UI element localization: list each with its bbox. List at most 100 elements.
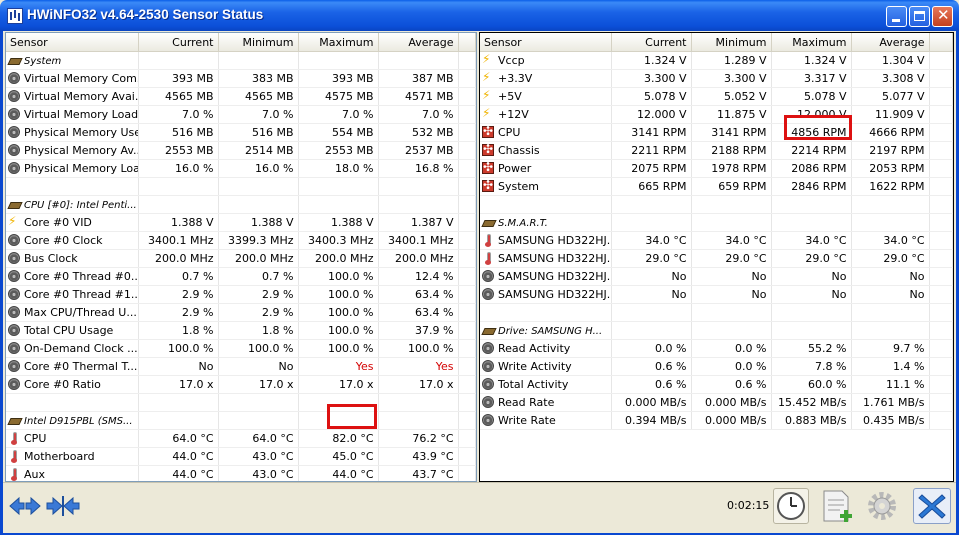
sensor-row[interactable]: Core #0 Ratio 17.0 x 17.0 x 17.0 x 17.0 x bbox=[6, 375, 476, 394]
sensor-row[interactable]: SAMSUNG HD322HJ... 34.0 °C 34.0 °C 34.0 °C 3… bbox=[480, 231, 953, 250]
value-average: 0.435 MB/s bbox=[851, 411, 930, 430]
title-bar[interactable]: HWiNFO32 v4.64-2530 Sensor Status ✕ bbox=[0, 0, 959, 31]
column-header-current[interactable]: Current bbox=[138, 33, 219, 52]
group-header-row[interactable]: S.M.A.R.T. bbox=[480, 213, 953, 232]
collapse-columns-button[interactable] bbox=[45, 488, 81, 524]
sensor-row[interactable]: +3.3V3.300 V3.300 V3.317 V3.308 V bbox=[480, 69, 953, 88]
app-icon[interactable] bbox=[7, 8, 23, 24]
report-button[interactable] bbox=[818, 488, 858, 524]
sensor-row[interactable]: Aux 44.0 °C 43.0 °C 44.0 °C 43.7 °C bbox=[6, 465, 476, 481]
spacer-cell bbox=[6, 177, 139, 196]
spacer-cell bbox=[218, 177, 299, 196]
column-header-average[interactable]: Average bbox=[851, 33, 930, 52]
clock-button[interactable] bbox=[773, 488, 809, 524]
sensor-row[interactable]: Physical Memory Av... 2553 MB 2514 MB 2553 … bbox=[6, 141, 476, 160]
sensor-row[interactable]: On-Demand Clock ... 100.0 % 100.0 % 100.0 %… bbox=[6, 339, 476, 358]
sensor-row[interactable]: Core #0 Thread #0... 0.7 % 0.7 % 100.0 % 12.… bbox=[6, 267, 476, 286]
sensor-row[interactable]: System 665 RPM659 RPM2846 RPM1622 RPM bbox=[480, 177, 953, 196]
spacer-cell bbox=[298, 177, 379, 196]
sensor-row[interactable]: Total CPU Usage 1.8 % 1.8 % 100.0 % 37.9 % bbox=[6, 321, 476, 340]
sensor-row[interactable]: Write Rate 0.394 MB/s 0.000 MB/s 0.883 MB/s… bbox=[480, 411, 953, 430]
sensor-label: System bbox=[498, 180, 540, 193]
value-average: 532 MB bbox=[378, 123, 459, 142]
sensor-row[interactable]: Physical Memory Used 516 MB 516 MB 554 MB 53… bbox=[6, 123, 476, 142]
value-maximum: 55.2 % bbox=[771, 339, 852, 358]
sensor-row[interactable]: Vccp1.324 V1.289 V1.324 V1.304 V bbox=[480, 51, 953, 70]
value-maximum: 3.317 V bbox=[771, 69, 852, 88]
column-header-maximum[interactable]: Maximum bbox=[771, 33, 852, 52]
sensor-row[interactable]: CPU3141 RPM3141 RPM4856 RPM4666 RPM bbox=[480, 123, 953, 142]
sensor-name-cell: Core #0 Clock bbox=[6, 231, 139, 250]
group-header-row[interactable]: System bbox=[6, 51, 476, 70]
sensor-row[interactable]: SAMSUNG HD322HJ... No No No No bbox=[480, 285, 953, 304]
value-average: 1.304 V bbox=[851, 51, 930, 70]
sensor-row[interactable]: Chassis 2211 RPM2188 RPM2214 RPM2197 RPM bbox=[480, 141, 953, 160]
value-average: 2197 RPM bbox=[851, 141, 930, 160]
sensor-row[interactable]: CPU 64.0 °C 64.0 °C 82.0 °C 76.2 °C bbox=[6, 429, 476, 448]
sensor-row[interactable]: Total Activity 0.6 % 0.6 % 60.0 % 11.1 % bbox=[480, 375, 953, 394]
sensor-row[interactable]: +12V12.000 V11.875 V12.000 V11.909 V bbox=[480, 105, 953, 124]
value-average: No bbox=[851, 285, 930, 304]
sensor-name-cell: SAMSUNG HD322HJ... bbox=[480, 231, 612, 250]
gauge-icon bbox=[482, 288, 494, 300]
value-current: 1.324 V bbox=[611, 51, 692, 70]
value-maximum: 7.0 % bbox=[298, 105, 379, 124]
right-sensor-panel[interactable]: SensorCurrentMinimumMaximumAverage Vccp 1… bbox=[479, 32, 954, 482]
value-maximum: 34.0 °C bbox=[771, 231, 852, 250]
sensor-row[interactable]: Motherboard 44.0 °C 43.0 °C 45.0 °C 43.9 °C bbox=[6, 447, 476, 466]
group-header-row[interactable]: Intel D915PBL (SMS... bbox=[6, 411, 476, 430]
column-header-current[interactable]: Current bbox=[611, 33, 692, 52]
filler-cell bbox=[458, 213, 476, 232]
filler-cell bbox=[458, 465, 476, 481]
close-window-button[interactable]: ✕ bbox=[932, 6, 953, 27]
sensor-row[interactable]: Core #0 Thread #1... 2.9 % 2.9 % 100.0 % 63.… bbox=[6, 285, 476, 304]
column-header-sensor[interactable]: Sensor bbox=[6, 33, 139, 52]
column-header-minimum[interactable]: Minimum bbox=[691, 33, 772, 52]
left-sensor-panel[interactable]: Sensor Current Minimum Maximum Average Syste… bbox=[5, 32, 477, 482]
sensor-label: SAMSUNG HD322HJ... bbox=[498, 270, 611, 283]
chip-icon bbox=[482, 324, 494, 336]
sensor-label: Write Activity bbox=[498, 360, 572, 373]
sensor-row[interactable]: Max CPU/Thread U... 2.9 % 2.9 % 100.0 % 63.4… bbox=[6, 303, 476, 322]
filler-cell bbox=[929, 177, 953, 196]
filler-cell bbox=[458, 249, 476, 268]
sensor-row[interactable]: Bus Clock 200.0 MHz 200.0 MHz 200.0 MHz 200.… bbox=[6, 249, 476, 268]
minimize-button[interactable] bbox=[886, 6, 907, 27]
column-header-average[interactable]: Average bbox=[378, 33, 459, 52]
column-header-sensor[interactable]: Sensor bbox=[480, 33, 612, 52]
value-average: 76.2 °C bbox=[378, 429, 459, 448]
group-header-row[interactable]: Drive: SAMSUNG H... bbox=[480, 321, 953, 340]
sensor-row[interactable]: Core #0 VID1.388 V1.388 V1.388 V1.387 V bbox=[6, 213, 476, 232]
column-header-maximum[interactable]: Maximum bbox=[298, 33, 379, 52]
sensor-row[interactable]: SAMSUNG HD322HJ... No No No No bbox=[480, 267, 953, 286]
spacer-cell bbox=[138, 177, 219, 196]
sensor-name-cell: Intel D915PBL (SMS... bbox=[6, 411, 139, 430]
sensor-row[interactable]: SAMSUNG HD322HJ... 29.0 °C 29.0 °C 29.0 °C 2… bbox=[480, 249, 953, 268]
value-minimum: 3141 RPM bbox=[691, 123, 772, 142]
expand-columns-button[interactable] bbox=[7, 488, 43, 524]
sensor-row[interactable]: Core #0 Thermal T... No No Yes Yes bbox=[6, 357, 476, 376]
gauge-icon bbox=[8, 108, 20, 120]
sensor-row[interactable]: Power 2075 RPM1978 RPM2086 RPM2053 RPM bbox=[480, 159, 953, 178]
sensor-row[interactable]: Core #0 Clock 3400.1 MHz 3399.3 MHz 3400.3 … bbox=[6, 231, 476, 250]
column-header-minimum[interactable]: Minimum bbox=[218, 33, 299, 52]
sensor-label: Aux bbox=[24, 468, 46, 481]
maximize-button[interactable] bbox=[909, 6, 930, 27]
gauge-icon bbox=[8, 72, 20, 84]
sensor-row[interactable]: Write Activity 0.6 % 0.0 % 7.8 % 1.4 % bbox=[480, 357, 953, 376]
sensor-row[interactable]: Read Activity 0.0 % 0.0 % 55.2 % 9.7 % bbox=[480, 339, 953, 358]
thermometer-icon bbox=[8, 432, 20, 445]
sensor-row[interactable]: Virtual Memory Com... 393 MB 383 MB 393 MB 3… bbox=[6, 69, 476, 88]
sensor-row[interactable]: Virtual Memory Load 7.0 % 7.0 % 7.0 % 7.0 % bbox=[6, 105, 476, 124]
chip-icon bbox=[8, 414, 20, 426]
gauge-icon bbox=[8, 306, 20, 318]
filler-cell bbox=[458, 51, 476, 70]
sensor-row[interactable]: Read Rate 0.000 MB/s 0.000 MB/s 15.452 MB/s… bbox=[480, 393, 953, 412]
value-average: 17.0 x bbox=[378, 375, 459, 394]
group-header-row[interactable]: CPU [#0]: Intel Penti... bbox=[6, 195, 476, 214]
sensor-row[interactable]: +5V5.078 V5.052 V5.078 V5.077 V bbox=[480, 87, 953, 106]
close-sensors-button[interactable] bbox=[913, 488, 951, 524]
sensor-row[interactable]: Virtual Memory Avai... 4565 MB 4565 MB 4575… bbox=[6, 87, 476, 106]
sensor-row[interactable]: Physical Memory Load 16.0 % 16.0 % 18.0 % 16… bbox=[6, 159, 476, 178]
settings-button[interactable] bbox=[863, 488, 901, 524]
